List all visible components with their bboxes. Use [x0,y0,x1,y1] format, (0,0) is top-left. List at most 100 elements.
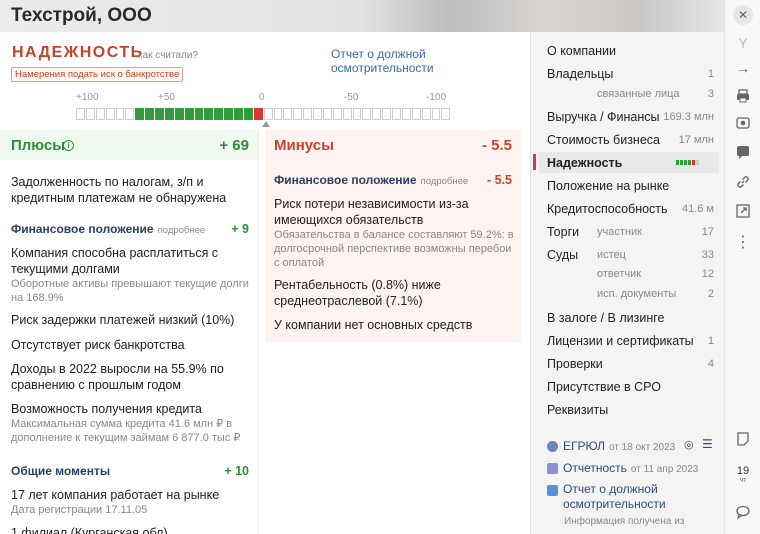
scale-cell [145,108,154,120]
active-item-marker [533,154,536,170]
how-calculated-link[interactable]: как считали? [138,50,198,61]
enforcement-count: 2 [707,288,714,300]
plus-item-sub: Дата регистрации 17.11.05 [11,504,148,516]
message-icon[interactable] [733,502,753,522]
source-egrul-label: ЕГРЮЛ [563,439,605,453]
yandex-icon[interactable]: Y [733,33,753,53]
plus-item-text: Компания способна расплатиться с текущим… [11,246,219,276]
print-icon[interactable] [733,86,753,106]
plus-item-text: Возможность получения кредита [11,402,202,416]
scale-cell [105,108,115,120]
plus-financial-item: Доходы в 2022 выросли на 55.9% по сравне… [11,361,251,393]
business-value: 17 млн [678,134,714,146]
plus-financial-item: Возможность получения кредита Максимальн… [11,401,251,445]
calendar-date[interactable]: 19 чт [731,466,755,486]
plus-financial-value: + 9 [231,222,249,236]
more-icon[interactable]: ⋮ [733,232,753,252]
pluses-total: + 69 [219,137,249,154]
calendar-weekday: чт [739,477,747,484]
tenders-count: 17 [701,226,714,238]
sidebar-item-inspections[interactable]: Проверки [547,357,603,371]
sidebar-item-credit[interactable]: Кредитоспособность [547,202,668,216]
source-due-diligence[interactable]: Отчет о должной осмотрительности [563,482,713,512]
plus-item-text: Доходы в 2022 выросли на 55.9% по сравне… [11,362,224,392]
scale-cell [234,108,243,120]
list-icon[interactable]: ☰ [702,437,713,451]
minus-financial-section[interactable]: Финансовое положение подробнее [274,173,468,187]
minus-item-text: Риск потери независимости из-за имеющихс… [274,197,469,227]
minuses-total: - 5.5 [481,137,512,154]
sidebar-item-tenders[interactable]: Торги [547,225,579,239]
sidebar-item-pledge[interactable]: В залоге / В лизинге [547,311,664,325]
sidebar-item-business-value[interactable]: Стоимость бизнеса [547,133,660,147]
minus-item-text: У компании нет основных средств [274,318,473,332]
plus-financial-more[interactable]: подробнее [158,225,206,236]
scale-label-plus50: +50 [158,92,175,103]
source-reports[interactable]: Отчетность от 11 апр 2023 [563,461,698,475]
scale-cell [243,108,253,120]
sidebar-item-owners[interactable]: Владельцы [547,67,613,81]
plus-general-section[interactable]: Общие моменты [11,464,110,478]
scale-cell [76,108,85,120]
plus-financial-item: Компания способна расплатиться с текущим… [11,245,251,305]
minus-financial-more[interactable]: подробнее [421,176,469,187]
scale-cell [85,108,95,120]
sidebar-subitem-plaintiff[interactable]: истец [597,249,626,261]
owners-count: 1 [707,68,714,80]
scale-cell [135,108,145,120]
minus-financial-item: Рентабельность (0.8%) ниже среднеотрасле… [274,277,514,309]
plus-financial-section[interactable]: Финансовое положение подробнее [11,222,205,236]
scale-cell [362,108,372,120]
scale-cell [332,108,342,120]
sidebar-item-courts[interactable]: Суды [547,248,578,262]
scale-cell [263,108,273,120]
note-icon[interactable] [733,429,753,449]
link-icon[interactable] [733,172,753,192]
bankruptcy-intent-tag[interactable]: Намерения подать иск о банкротстве [11,67,184,82]
plus-item-taxes: Задолженность по налогам, з/п и кредитны… [11,175,227,205]
plus-general-value: + 10 [224,464,249,478]
sidebar-item-revenue[interactable]: Выручка / Финансы [547,110,660,124]
sidebar-subitem-defendant[interactable]: ответчик [597,268,641,280]
verified-icon: ◎ [684,439,694,451]
company-name: Техстрой, ООО [11,5,152,26]
sidebar-subitem-participant[interactable]: участник [597,226,642,238]
info-source-note: Информация получена из [564,516,685,527]
reliability-scale [76,108,451,120]
pluses-column: Плюсы i + 69 Задолженность по налогам, з… [0,130,259,534]
source-egrul[interactable]: ЕГРЮЛ от 18 окт 2023 [563,439,675,453]
close-icon[interactable]: ✕ [733,5,753,25]
scale-label-plus100: +100 [76,92,99,103]
scale-cell [372,108,382,120]
pluses-header: Плюсы i + 69 [0,130,258,160]
company-sections-sidebar: О компании Владельцы 1 связанные лица 3 … [530,32,724,534]
info-icon[interactable]: i [63,140,74,151]
scale-cell [401,108,411,120]
scale-cell [431,108,441,120]
sidebar-item-licenses[interactable]: Лицензии и сертификаты [547,334,694,348]
sidebar-item-requisites[interactable]: Реквизиты [547,403,608,417]
due-diligence-link[interactable]: Отчет о должной осмотрительности [331,47,530,75]
sidebar-subitem-enforcement[interactable]: исп. документы [597,288,676,300]
plaintiff-count: 33 [701,249,714,261]
open-external-icon[interactable] [733,201,753,221]
scale-cell [204,108,214,120]
screenshot-icon[interactable] [733,113,753,133]
minuses-column: Минусы - 5.5 Финансовое положение подробн… [265,130,521,342]
scale-cell [174,108,184,120]
defendant-count: 12 [701,268,714,280]
pluses-title: Плюсы [11,137,66,154]
chat-icon[interactable] [733,142,753,162]
scale-cell [392,108,401,120]
sidebar-item-about[interactable]: О компании [547,44,616,58]
arrow-right-icon[interactable]: → [733,58,753,78]
reliability-title: НАДЕЖНОСТЬ [12,44,144,61]
right-toolbar: ✕ Y → ⋮ 19 чт [724,0,760,534]
sidebar-item-sro[interactable]: Присутствие в СРО [547,380,661,394]
source-reports-label: Отчетность [563,461,627,475]
scale-cell [322,108,332,120]
sidebar-subitem-related[interactable]: связанные лица [597,88,680,100]
sidebar-item-reliability[interactable]: Надежность [547,156,622,170]
sidebar-item-market[interactable]: Положение на рынке [547,179,669,193]
scale-cell [313,108,322,120]
